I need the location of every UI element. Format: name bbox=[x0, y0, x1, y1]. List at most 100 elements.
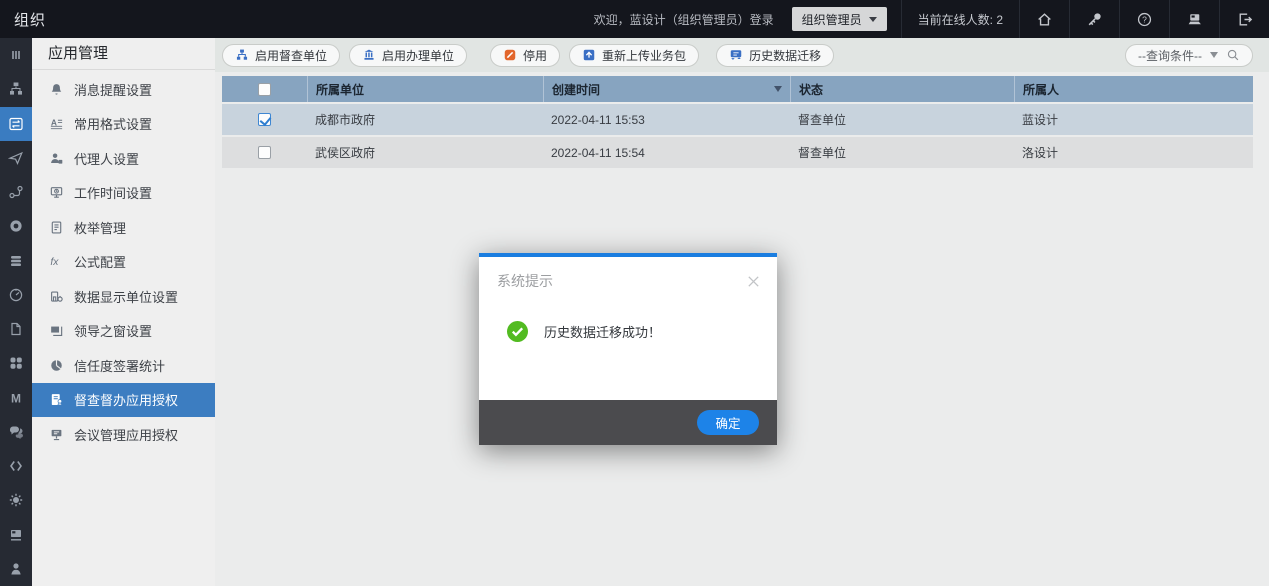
chevron-down-icon bbox=[1210, 52, 1218, 58]
sidebar: 应用管理 消息提醒设置 A 常用格式设置 代理人设置 工作时间设置 枚举管理 f… bbox=[32, 38, 215, 586]
row-checkbox[interactable] bbox=[258, 113, 271, 126]
flow-icon[interactable] bbox=[0, 175, 32, 209]
reupload-package-button[interactable]: 重新上传业务包 bbox=[569, 43, 700, 67]
welcome-text: 欢迎，蓝设计（组织管理员）登录 bbox=[593, 12, 774, 27]
cell-owner: 洛设计 bbox=[1022, 146, 1059, 160]
app-settings-icon[interactable] bbox=[0, 106, 32, 141]
sidebar-item-label: 督查督办应用授权 bbox=[74, 393, 179, 409]
svg-text:M: M bbox=[11, 391, 21, 405]
close-icon[interactable] bbox=[746, 274, 761, 289]
button-label: 重新上传业务包 bbox=[602, 48, 687, 63]
sidebar-item-message-reminder[interactable]: 消息提醒设置 bbox=[32, 72, 215, 107]
query-condition-label: --查询条件-- bbox=[1138, 48, 1202, 63]
window-icon bbox=[48, 323, 64, 339]
code-icon[interactable] bbox=[0, 449, 32, 483]
authorization-icon bbox=[48, 392, 64, 408]
cell-owner: 蓝设计 bbox=[1022, 113, 1059, 127]
gauge-icon[interactable] bbox=[0, 278, 32, 312]
sidebar-item-enum[interactable]: 枚举管理 bbox=[32, 210, 215, 245]
button-label: 启用办理单位 bbox=[382, 48, 455, 63]
org-tree-icon[interactable] bbox=[0, 72, 32, 106]
sidebar-item-supervision-auth[interactable]: 督查督办应用授权 bbox=[32, 382, 215, 417]
dialog-message: 历史数据迁移成功！ bbox=[544, 325, 662, 340]
sidebar-item-label: 领导之窗设置 bbox=[74, 324, 153, 340]
table-header-row: 所属单位 创建时间 状态 所属人 bbox=[222, 76, 1253, 102]
sidebar-item-trust-stats[interactable]: 信任度签署统计 bbox=[32, 348, 215, 383]
sidebar-item-agent[interactable]: 代理人设置 bbox=[32, 141, 215, 176]
sidebar-title: 应用管理 bbox=[32, 38, 215, 70]
logout-icon[interactable] bbox=[1220, 0, 1269, 38]
app-title: 组织 bbox=[14, 11, 47, 29]
ok-button[interactable]: 确定 bbox=[697, 410, 759, 435]
column-header-created[interactable]: 创建时间 bbox=[543, 76, 790, 102]
apps-icon[interactable] bbox=[0, 346, 32, 380]
sidebar-item-display-unit[interactable]: 数据显示单位设置 bbox=[32, 279, 215, 314]
workstation-icon[interactable] bbox=[1170, 0, 1219, 38]
top-bar: 组织 欢迎，蓝设计（组织管理员）登录 组织管理员 当前在线人数: 2 ? bbox=[0, 0, 1269, 38]
cell-unit: 武侯区政府 bbox=[315, 146, 376, 160]
pie-chart-icon bbox=[48, 357, 64, 373]
home-icon[interactable] bbox=[1020, 0, 1069, 38]
bell-icon bbox=[48, 81, 64, 97]
agent-icon bbox=[48, 150, 64, 166]
sidebar-item-label: 数据显示单位设置 bbox=[74, 289, 179, 305]
enable-handle-unit-button[interactable]: 启用办理单位 bbox=[349, 43, 468, 67]
history-migrate-button[interactable]: 历史数据迁移 bbox=[716, 43, 835, 67]
letter-m-icon[interactable]: M bbox=[0, 381, 32, 415]
gear-icon[interactable] bbox=[0, 483, 32, 517]
search-icon[interactable] bbox=[1226, 48, 1240, 62]
table-row[interactable]: 武侯区政府 2022-04-11 15:54 督查单位 洛设计 bbox=[222, 137, 1253, 168]
sidebar-item-label: 常用格式设置 bbox=[74, 117, 153, 133]
monitor-icon[interactable] bbox=[0, 518, 32, 552]
formula-icon: fx bbox=[48, 254, 64, 270]
chevron-down-icon bbox=[868, 16, 877, 22]
sidebar-item-leader-window[interactable]: 领导之窗设置 bbox=[32, 314, 215, 349]
meeting-icon bbox=[48, 426, 64, 442]
role-dropdown[interactable]: 组织管理员 bbox=[791, 7, 887, 31]
sidebar-item-label: 公式配置 bbox=[74, 255, 127, 271]
help-icon[interactable]: ? bbox=[1120, 0, 1169, 38]
sidebar-item-label: 信任度签署统计 bbox=[74, 358, 166, 374]
dialog-footer: 确定 bbox=[479, 400, 777, 445]
column-header-owner: 所属人 bbox=[1014, 76, 1253, 102]
sidebar-item-work-time[interactable]: 工作时间设置 bbox=[32, 176, 215, 211]
key-icon[interactable] bbox=[1070, 0, 1119, 38]
select-all-checkbox[interactable] bbox=[258, 82, 271, 96]
sidebar-item-formula[interactable]: fx 公式配置 bbox=[32, 245, 215, 280]
chat-icon[interactable] bbox=[0, 415, 32, 449]
success-check-icon bbox=[507, 321, 528, 342]
sort-desc-icon[interactable] bbox=[774, 86, 782, 92]
svg-text:fx: fx bbox=[50, 257, 59, 268]
person-icon[interactable] bbox=[0, 552, 32, 586]
enable-supervise-unit-button[interactable]: 启用督查单位 bbox=[222, 43, 341, 67]
migrate-icon bbox=[730, 50, 742, 60]
svg-text:?: ? bbox=[1142, 14, 1147, 24]
button-label: 历史数据迁移 bbox=[749, 48, 822, 63]
toolbar: 启用督查单位 启用办理单位 停用 重新上传业务包 历史数据迁移 --查询条件-- bbox=[215, 38, 1269, 72]
cell-created: 2022-04-11 15:54 bbox=[551, 145, 645, 160]
send-icon[interactable] bbox=[0, 141, 32, 175]
row-checkbox[interactable] bbox=[258, 146, 271, 159]
cell-created: 2022-04-11 15:53 bbox=[551, 112, 645, 127]
button-label: 启用督查单位 bbox=[255, 48, 328, 63]
sidebar-item-format[interactable]: A 常用格式设置 bbox=[32, 107, 215, 142]
upload-icon bbox=[583, 49, 595, 61]
disable-button[interactable]: 停用 bbox=[490, 43, 561, 67]
building-icon bbox=[364, 49, 374, 60]
online-count: 当前在线人数: 2 bbox=[917, 12, 1003, 27]
text-format-icon: A bbox=[48, 116, 64, 132]
sidebar-item-label: 消息提醒设置 bbox=[74, 82, 153, 98]
stack-icon[interactable] bbox=[0, 244, 32, 278]
column-header-unit: 所属单位 bbox=[307, 76, 543, 102]
medal-icon[interactable] bbox=[0, 209, 32, 243]
column-header-status: 状态 bbox=[790, 76, 1014, 102]
table-row[interactable]: 成都市政府 2022-04-11 15:53 督查单位 蓝设计 bbox=[222, 104, 1253, 135]
stop-icon bbox=[504, 49, 516, 61]
menu-bars-icon[interactable] bbox=[0, 38, 32, 72]
dialog-title: 系统提示 bbox=[497, 273, 553, 289]
query-condition-dropdown[interactable]: --查询条件-- bbox=[1125, 43, 1253, 67]
sidebar-item-meeting-auth[interactable]: 会议管理应用授权 bbox=[32, 417, 215, 452]
sidebar-item-label: 代理人设置 bbox=[74, 151, 140, 167]
cell-status: 督查单位 bbox=[798, 113, 847, 127]
file-icon[interactable] bbox=[0, 312, 32, 346]
